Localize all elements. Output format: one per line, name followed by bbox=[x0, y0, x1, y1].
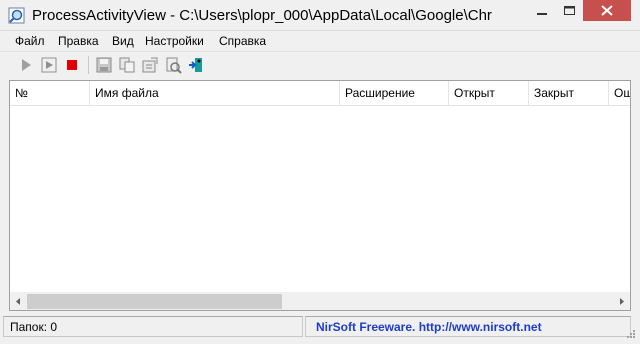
stop-icon[interactable] bbox=[63, 56, 81, 74]
file-list[interactable]: № Имя файла Расширение Открыт Закрыт Ош bbox=[9, 80, 631, 311]
refresh-icon[interactable] bbox=[164, 56, 182, 74]
menu-help[interactable]: Справка bbox=[219, 34, 266, 48]
menu-view[interactable]: Вид bbox=[112, 34, 134, 48]
scrollbar-thumb[interactable] bbox=[27, 294, 282, 309]
horizontal-scrollbar[interactable] bbox=[10, 292, 630, 310]
menu-settings[interactable]: Настройки bbox=[145, 34, 204, 48]
resize-grip-icon[interactable] bbox=[624, 329, 636, 341]
status-nirsoft-link[interactable]: NirSoft Freeware. http://www.nirsoft.net bbox=[305, 316, 631, 337]
menu-bar: Файл Правка Вид Настройки Справка bbox=[0, 31, 640, 51]
toolbar-separator bbox=[88, 56, 89, 74]
minimize-icon bbox=[537, 13, 547, 15]
minimize-button[interactable] bbox=[528, 0, 556, 21]
close-button[interactable] bbox=[583, 0, 631, 21]
maximize-icon bbox=[564, 6, 575, 15]
copy-icon[interactable] bbox=[118, 56, 136, 74]
play-selected-icon[interactable] bbox=[40, 56, 58, 74]
status-folder-count: Папок: 0 bbox=[3, 316, 303, 337]
status-bar: Папок: 0 NirSoft Freeware. http://www.ni… bbox=[0, 313, 640, 344]
window-title: ProcessActivityView - C:\Users\plopr_000… bbox=[32, 7, 492, 24]
column-header-extension[interactable]: Расширение bbox=[340, 81, 449, 105]
maximize-button[interactable] bbox=[556, 0, 583, 21]
close-icon bbox=[601, 5, 613, 16]
menu-edit[interactable]: Правка bbox=[58, 34, 99, 48]
exit-icon[interactable] bbox=[187, 56, 205, 74]
title-bar[interactable]: ProcessActivityView - C:\Users\plopr_000… bbox=[0, 0, 640, 31]
play-icon[interactable] bbox=[17, 56, 35, 74]
column-header-errors[interactable]: Ош bbox=[609, 81, 630, 105]
column-header-number[interactable]: № bbox=[10, 81, 90, 105]
list-header: № Имя файла Расширение Открыт Закрыт Ош bbox=[10, 81, 630, 106]
column-header-filename[interactable]: Имя файла bbox=[90, 81, 340, 105]
column-header-closed[interactable]: Закрыт bbox=[529, 81, 609, 105]
scroll-right-icon[interactable] bbox=[613, 293, 630, 310]
save-icon[interactable] bbox=[95, 56, 113, 74]
toolbar bbox=[0, 51, 640, 78]
column-header-opened[interactable]: Открыт bbox=[449, 81, 529, 105]
scroll-left-icon[interactable] bbox=[10, 293, 27, 310]
properties-icon[interactable] bbox=[141, 56, 159, 74]
menu-file[interactable]: Файл bbox=[15, 34, 45, 48]
app-icon bbox=[8, 7, 25, 24]
